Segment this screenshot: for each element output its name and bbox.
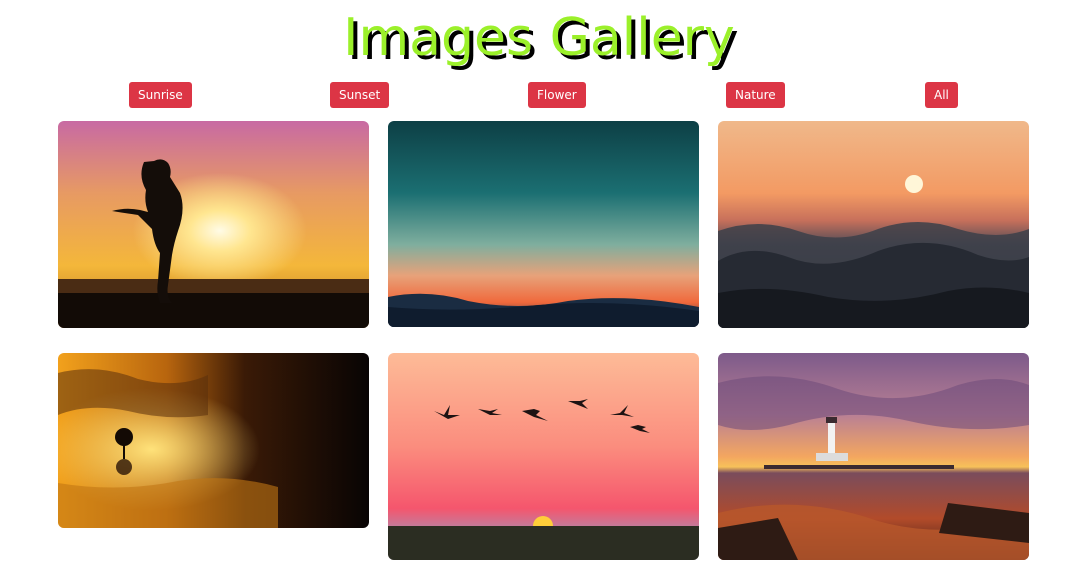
woman-silhouette-sunrise-photo (58, 121, 369, 328)
filter-button-all[interactable]: All (925, 82, 958, 108)
gallery-image-5[interactable] (388, 353, 699, 560)
gallery-image-3[interactable] (718, 121, 1029, 328)
gallery-page: Images Gallery Sunrise Sunset Flower Nat… (0, 0, 1078, 575)
filter-button-nature[interactable]: Nature (726, 82, 785, 108)
lighthouse-sunset-photo (718, 353, 1029, 560)
birds-pink-sky-sunset-photo (388, 353, 699, 560)
sunset-over-waves-photo (718, 121, 1029, 328)
page-title: Images Gallery (343, 8, 735, 68)
tree-reflection-sunset-photo (58, 353, 369, 528)
gallery-image-4[interactable] (58, 353, 369, 528)
gallery-image-1[interactable] (58, 121, 369, 328)
filter-button-flower[interactable]: Flower (528, 82, 586, 108)
gallery-image-2[interactable] (388, 121, 699, 327)
gallery-image-6[interactable] (718, 353, 1029, 560)
teal-orange-sunset-sky-photo (388, 121, 699, 327)
filter-button-sunrise[interactable]: Sunrise (129, 82, 192, 108)
filter-button-sunset[interactable]: Sunset (330, 82, 390, 108)
